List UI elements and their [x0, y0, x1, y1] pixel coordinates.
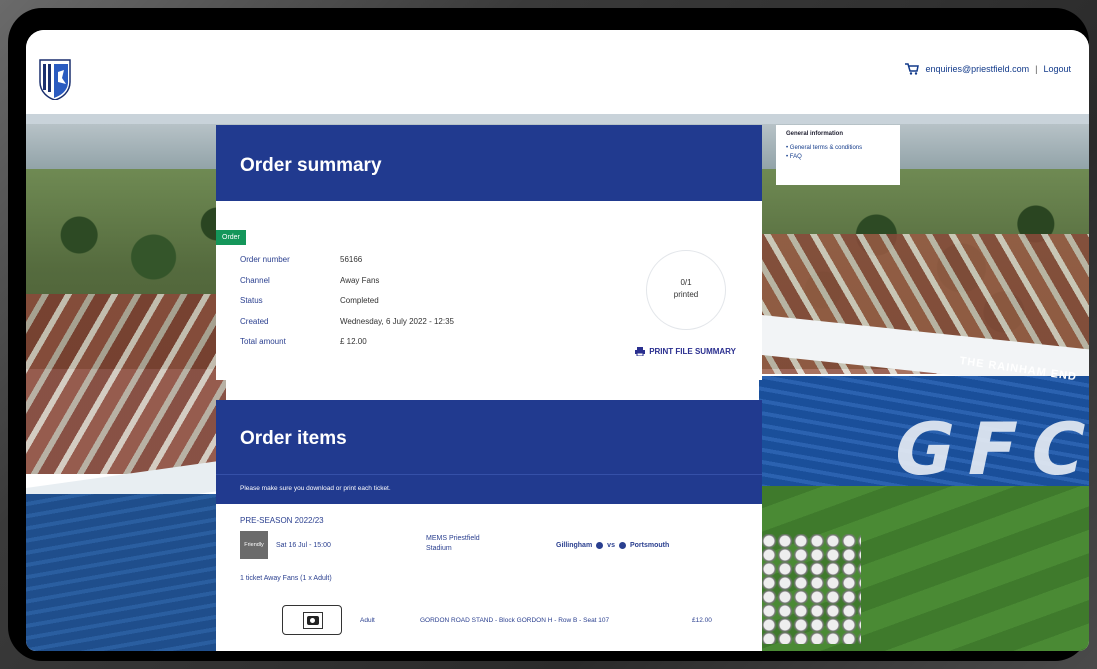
terms-link[interactable]: • General terms & conditions — [786, 145, 890, 151]
detail-total-amount: Total amount £ 12.00 — [240, 337, 367, 346]
order-items-panel: Order items Please make sure you downloa… — [216, 400, 762, 651]
detail-value: 56166 — [340, 255, 363, 264]
header-separator: | — [1035, 64, 1038, 74]
printer-icon — [635, 347, 646, 356]
detail-label: Order number — [240, 255, 290, 264]
detail-value: Away Fans — [340, 276, 380, 285]
ticket-type: Adult — [360, 617, 375, 624]
info-title: General information — [786, 131, 844, 137]
ticket-price: £12.00 — [692, 617, 712, 624]
general-information-card: General information • General terms & co… — [776, 125, 900, 185]
print-status-circle: 0/1 printed — [646, 250, 726, 330]
floodlight — [761, 534, 861, 644]
match-venue: MEMS Priestfield Stadium — [426, 535, 480, 552]
order-tag: Order — [216, 230, 246, 245]
vs-label: vs — [607, 542, 615, 549]
home-team-badge-icon — [596, 542, 604, 549]
faq-link[interactable]: • FAQ — [786, 154, 890, 160]
home-team: Gillingham — [556, 542, 593, 549]
match-teams: Gillingham vs Portsmouth — [556, 542, 669, 549]
printed-count: 0/1 — [680, 278, 692, 287]
match-type-badge: Friendly — [240, 531, 268, 559]
club-crest-icon[interactable] — [38, 58, 72, 100]
camera-icon — [307, 616, 319, 625]
printed-label: printed — [673, 290, 699, 299]
ticket-row: Adult GORDON ROAD STAND - Block GORDON H… — [240, 605, 740, 645]
detail-order-number: Order number 56166 — [240, 255, 362, 264]
user-email[interactable]: enquiries@priestfield.com — [925, 64, 1029, 74]
detail-label: Status — [240, 296, 263, 305]
detail-created: Created Wednesday, 6 July 2022 - 12:35 — [240, 317, 454, 326]
account-area: enquiries@priestfield.com | Logout — [905, 63, 1071, 75]
print-file-summary-button[interactable]: PRINT FILE SUMMARY — [635, 347, 736, 356]
season-label: PRE-SEASON 2022/23 — [240, 516, 324, 525]
ticket-heading: 1 ticket Away Fans (1 x Adult) — [240, 575, 332, 582]
logout-link[interactable]: Logout — [1043, 64, 1071, 74]
detail-channel: Channel Away Fans — [240, 276, 379, 285]
stand-seat-lettering: GFC — [886, 407, 1089, 491]
match-row: Friendly Sat 16 Jul - 15:00 MEMS Priestf… — [240, 531, 740, 561]
browser-screen: enquiries@priestfield.com | Logout THE R… — [26, 30, 1089, 651]
print-file-summary-label: PRINT FILE SUMMARY — [649, 347, 736, 356]
site-header: enquiries@priestfield.com | Logout — [26, 30, 1089, 114]
detail-label: Total amount — [240, 337, 286, 346]
order-summary-panel: Order summary Order Order number 56166 C… — [216, 125, 762, 380]
sky — [26, 114, 1089, 124]
cart-icon[interactable] — [905, 63, 920, 75]
away-team: Portsmouth — [629, 542, 670, 549]
left-stand-seats — [26, 494, 226, 651]
ticket-photo-placeholder[interactable] — [282, 605, 342, 635]
ticket-seat: GORDON ROAD STAND - Block GORDON H - Row… — [420, 617, 610, 624]
match-date: Sat 16 Jul - 15:00 — [276, 542, 331, 549]
detail-label: Channel — [240, 276, 270, 285]
detail-value: £ 12.00 — [340, 337, 367, 346]
order-summary-title: Order summary — [216, 125, 762, 201]
download-notice: Please make sure you download or print e… — [216, 474, 762, 504]
detail-value: Completed — [340, 296, 379, 305]
detail-value: Wednesday, 6 July 2022 - 12:35 — [340, 317, 454, 326]
detail-status: Status Completed — [240, 296, 379, 305]
detail-label: Created — [240, 317, 269, 326]
houses-left — [26, 294, 226, 474]
away-team-badge-icon — [618, 542, 626, 549]
order-items-title: Order items — [216, 400, 762, 474]
